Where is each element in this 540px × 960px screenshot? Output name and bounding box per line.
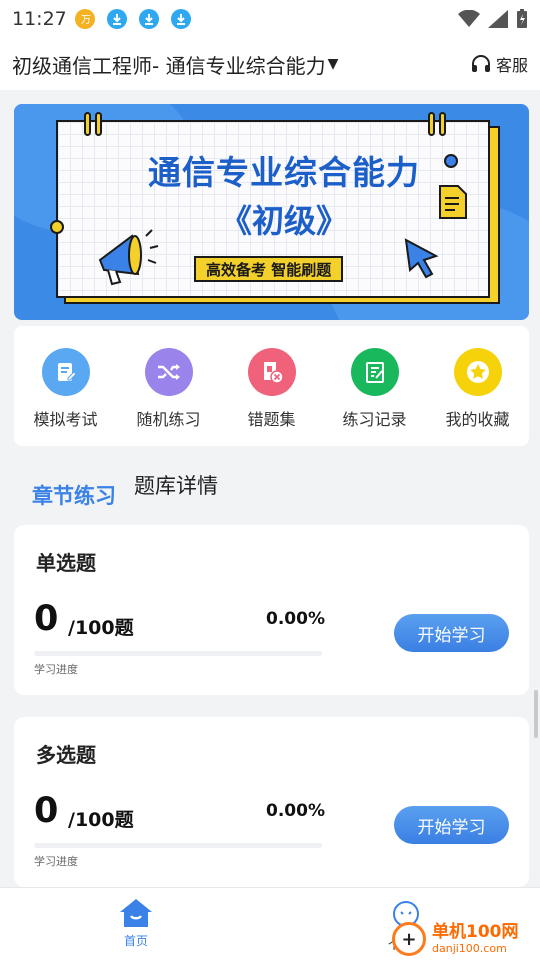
site-watermark: + 单机100网 danji100.com (392, 918, 540, 960)
answered-count: 0 (34, 791, 59, 831)
progress-percent: 0.00% (266, 801, 325, 821)
start-study-button[interactable]: 开始学习 (394, 806, 509, 844)
customer-service-button[interactable]: 客服 (470, 52, 528, 76)
shuffle-icon (144, 348, 193, 396)
watermark-name: 单机100网 (432, 922, 519, 942)
app-header: 初级通信工程师- 通信专业综合能力 ▼ 客服 (0, 38, 540, 90)
mock-exam-icon (41, 348, 90, 396)
nav-home[interactable]: 首页 (108, 898, 164, 949)
clip-icon (84, 112, 106, 136)
status-bar: 11:27 万 (0, 0, 540, 38)
cursor-arrow-icon (404, 238, 439, 279)
menu-label: 错题集 (247, 410, 296, 429)
customer-service-label: 客服 (495, 56, 528, 75)
app-badge-icon: 万 (74, 9, 95, 29)
total-count: /100题 (68, 617, 134, 639)
watermark-logo-icon: + (392, 922, 426, 956)
section-tabs: 章节练习 题库详情 (32, 470, 218, 508)
total-count: /100题 (68, 809, 134, 831)
download-icon (138, 9, 159, 29)
menu-label: 练习记录 (342, 410, 407, 429)
chevron-down-icon[interactable]: ▼ (328, 56, 339, 72)
clip-icon (428, 112, 450, 136)
feature-menu: 模拟考试 随机练习 错题集 练习记录 我的收藏 (14, 326, 529, 446)
menu-item-random-practice[interactable]: 随机练习 (119, 348, 219, 430)
tab-bank-details[interactable]: 题库详情 (134, 470, 218, 500)
scrollbar[interactable] (534, 690, 538, 738)
watermark-text: 单机100网 danji100.com (432, 922, 519, 956)
progress-bar (34, 843, 322, 848)
svg-text:万: 万 (81, 15, 91, 25)
practice-record-icon (350, 348, 399, 396)
progress-percent: 0.00% (266, 609, 325, 629)
menu-label: 模拟考试 (33, 410, 98, 429)
menu-item-wrong-questions[interactable]: 错题集 (222, 348, 322, 430)
menu-item-mock-exam[interactable]: 模拟考试 (16, 348, 116, 430)
download-icon (170, 9, 191, 29)
promo-banner[interactable]: 通信专业综合能力 《初级》 高效备考 智能刷题 (14, 104, 529, 320)
tab-chapter-practice[interactable]: 章节练习 (32, 480, 116, 510)
multiple-choice-card: 多选题 0 /100题 0.00% 学习进度 开始学习 (14, 717, 529, 887)
battery-icon (517, 9, 527, 28)
menu-label: 随机练习 (136, 410, 201, 429)
menu-label: 我的收藏 (445, 410, 510, 429)
progress-label: 学习进度 (34, 663, 78, 676)
menu-item-favorites[interactable]: 我的收藏 (428, 348, 528, 430)
download-icon (106, 9, 127, 29)
watermark-url: danji100.com (432, 942, 507, 955)
signal-icon (488, 10, 508, 28)
banner-tag: 高效备考 智能刷题 (194, 256, 344, 282)
start-study-button[interactable]: 开始学习 (394, 614, 509, 652)
card-title: 多选题 (36, 743, 96, 767)
subject-selector[interactable]: 初级通信工程师- 通信专业综合能力 (12, 50, 326, 79)
menu-item-practice-record[interactable]: 练习记录 (325, 348, 425, 430)
single-choice-card: 单选题 0 /100题 0.00% 学习进度 开始学习 (14, 525, 529, 695)
progress-bar (34, 651, 322, 656)
wifi-icon (458, 10, 480, 27)
progress-label: 学习进度 (34, 855, 78, 868)
headset-icon (471, 55, 490, 72)
star-icon (453, 348, 502, 396)
answered-count: 0 (34, 599, 59, 639)
nav-home-label: 首页 (123, 934, 148, 948)
status-time: 11:27 (12, 8, 67, 30)
home-icon (120, 899, 152, 927)
document-icon (439, 185, 467, 219)
card-title: 单选题 (36, 551, 96, 575)
wrong-questions-icon (247, 348, 296, 396)
megaphone-icon (98, 229, 159, 286)
